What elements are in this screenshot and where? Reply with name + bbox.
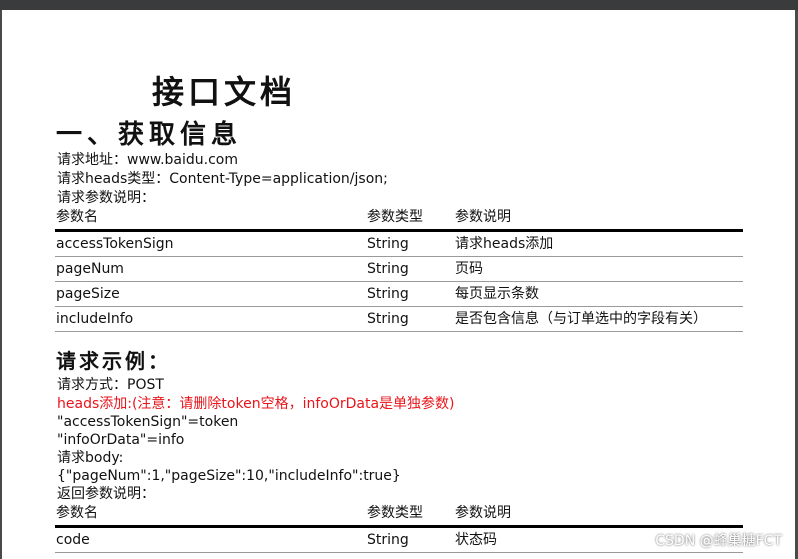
request-params-table: 参数名 参数类型 参数说明 accessTokenSign String 请求h… xyxy=(55,207,743,332)
param-name-cell: accessTokenSign xyxy=(56,236,174,252)
table-row: accessTokenSign String 请求heads添加 xyxy=(55,232,743,257)
param-desc-cell: 请求heads添加 xyxy=(455,236,554,252)
param-name-cell: pageNum xyxy=(56,261,124,277)
return-params-table: 参数名 参数类型 参数说明 code String 状态码 xyxy=(55,503,743,553)
param-desc-cell: 页码 xyxy=(455,261,483,277)
heads-note-line: heads添加:(注意：请删除token空格，infoOrData是单独参数) xyxy=(57,396,455,412)
table-header-row: 参数名 参数类型 参数说明 xyxy=(55,503,743,528)
header-param-type: 参数类型 xyxy=(367,505,423,521)
header-param-name: 参数名 xyxy=(56,209,98,225)
table-row: pageNum String 页码 xyxy=(55,257,743,282)
body-json-line: {"pageNum":1,"pageSize":10,"includeInfo"… xyxy=(57,468,401,484)
param-desc-cell: 是否包含信息（与订单选中的字段有关） xyxy=(455,311,707,327)
table-header-row: 参数名 参数类型 参数说明 xyxy=(55,207,743,232)
request-example-title: 请求示例： xyxy=(56,349,171,373)
info-line: "infoOrData"=info xyxy=(57,432,185,448)
document-title: 接口文档 xyxy=(152,73,297,111)
header-param-name: 参数名 xyxy=(56,505,98,521)
token-line: "accessTokenSign"=token xyxy=(57,414,239,430)
header-param-type: 参数类型 xyxy=(367,209,423,225)
param-name-cell: includeInfo xyxy=(56,311,134,327)
header-param-desc: 参数说明 xyxy=(455,505,511,521)
table-row: pageSize String 每页显示条数 xyxy=(55,282,743,307)
request-url-line: 请求地址：www.baidu.com xyxy=(57,152,238,168)
param-name-cell: pageSize xyxy=(56,286,120,302)
table-row: includeInfo String 是否包含信息（与订单选中的字段有关） xyxy=(55,307,743,332)
param-type-cell: String xyxy=(367,236,409,252)
viewer-top-bar xyxy=(0,0,798,10)
body-label-line: 请求body: xyxy=(57,450,124,466)
csdn-watermark: CSDN @蜂巢糖FCT xyxy=(655,533,782,549)
heads-type-line: 请求heads类型：Content-Type=application/json; xyxy=(57,171,388,187)
header-param-desc: 参数说明 xyxy=(455,209,511,225)
param-type-cell: String xyxy=(367,311,409,327)
return-params-heading: 返回参数说明： xyxy=(57,486,155,502)
request-method-line: 请求方式：POST xyxy=(57,377,164,393)
section-title-get-info: 一、获取信息 xyxy=(56,120,243,150)
param-desc-cell: 状态码 xyxy=(455,532,497,548)
param-type-cell: String xyxy=(367,286,409,302)
param-desc-cell: 每页显示条数 xyxy=(455,286,539,302)
table-row: code String 状态码 xyxy=(55,528,743,553)
param-name-cell: code xyxy=(56,532,90,548)
request-params-heading: 请求参数说明： xyxy=(57,190,155,206)
param-type-cell: String xyxy=(367,532,409,548)
param-type-cell: String xyxy=(367,261,409,277)
